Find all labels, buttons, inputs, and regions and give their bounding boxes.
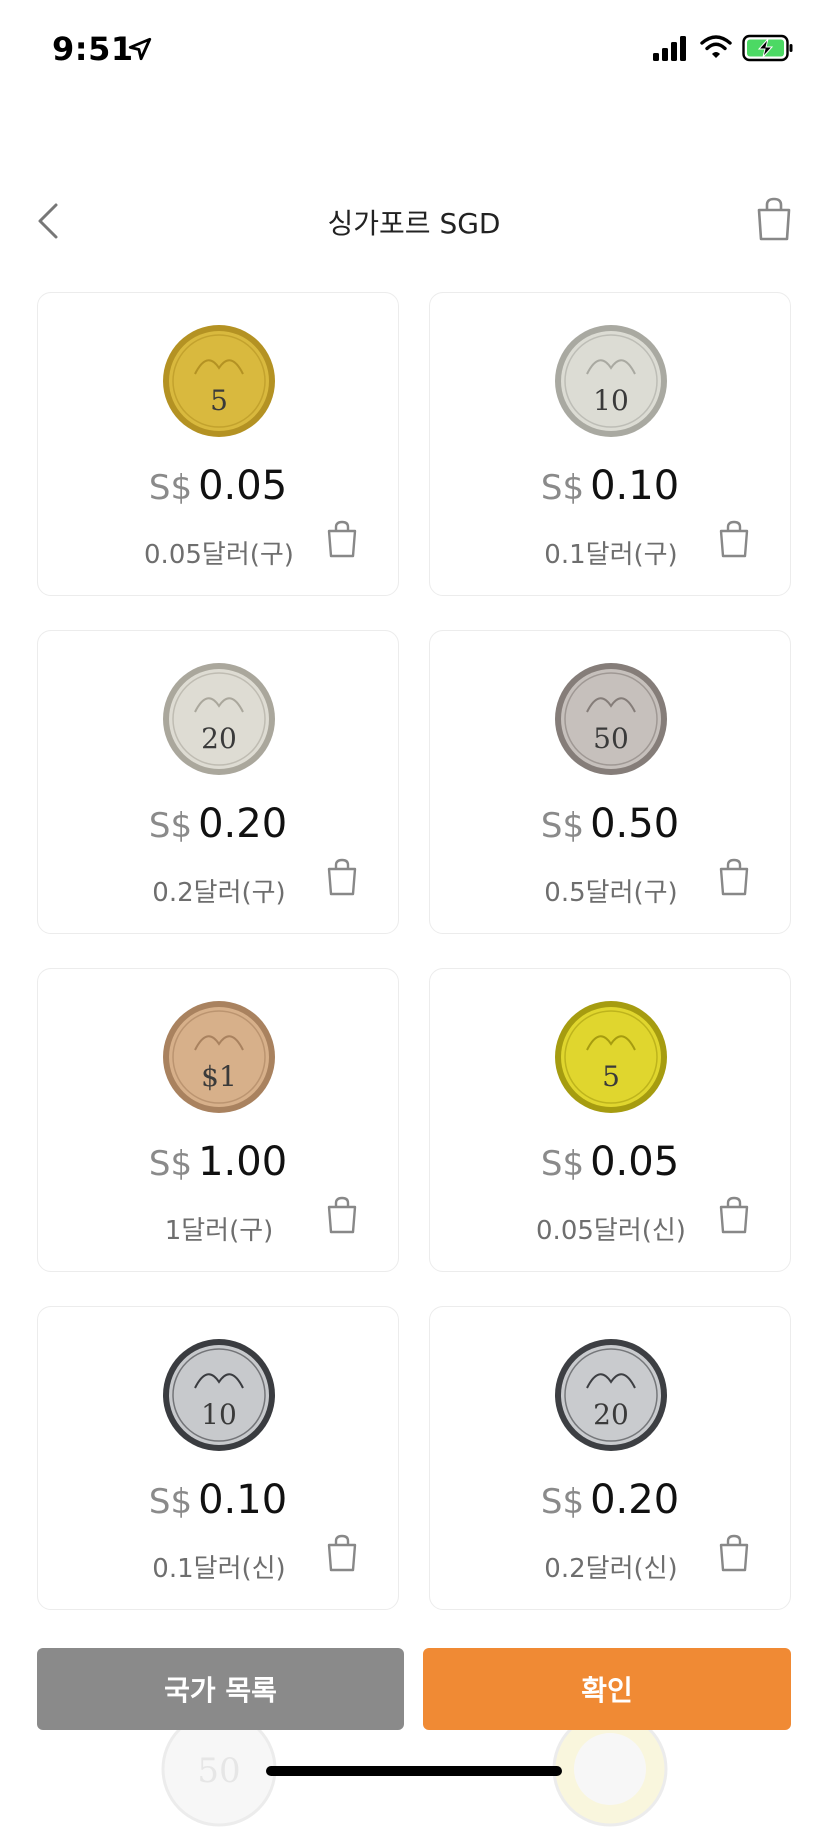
price-currency: S$ bbox=[540, 806, 585, 846]
coin-card[interactable]: $1 S$ 1.00 1달러(구) bbox=[37, 968, 399, 1272]
cart-icon[interactable] bbox=[326, 1533, 358, 1573]
cellular-signal-icon bbox=[653, 36, 686, 61]
cart-icon[interactable] bbox=[756, 196, 792, 242]
coin-price: S$ 0.05 bbox=[38, 463, 398, 509]
price-currency: S$ bbox=[148, 468, 193, 508]
coin-image: 20 bbox=[163, 663, 275, 775]
price-value: 0.50 bbox=[590, 801, 680, 847]
confirm-button[interactable]: 확인 bbox=[423, 1648, 791, 1730]
price-currency: S$ bbox=[148, 806, 193, 846]
svg-text:5: 5 bbox=[602, 1060, 620, 1093]
svg-text:20: 20 bbox=[593, 1398, 629, 1431]
status-bar: 9:51 bbox=[0, 0, 828, 100]
price-currency: S$ bbox=[148, 1482, 193, 1522]
cart-icon[interactable] bbox=[718, 857, 750, 897]
coin-price: S$ 0.20 bbox=[430, 1477, 790, 1523]
wifi-icon bbox=[700, 35, 732, 58]
cart-icon[interactable] bbox=[326, 1195, 358, 1235]
svg-text:10: 10 bbox=[593, 384, 629, 417]
country-list-label: 국가 목록 bbox=[164, 1674, 277, 1707]
battery-charging-icon bbox=[742, 34, 793, 62]
price-value: 0.10 bbox=[590, 463, 680, 509]
confirm-label: 확인 bbox=[581, 1674, 633, 1707]
price-value: 0.20 bbox=[590, 1477, 680, 1523]
price-currency: S$ bbox=[540, 468, 585, 508]
price-currency: S$ bbox=[540, 1144, 585, 1184]
coin-card[interactable]: 20 S$ 0.20 0.2달러(신) bbox=[429, 1306, 791, 1610]
home-indicator bbox=[266, 1766, 562, 1776]
coin-price: S$ 0.10 bbox=[430, 463, 790, 509]
coin-image: 5 bbox=[163, 325, 275, 437]
price-value: 0.05 bbox=[198, 463, 288, 509]
coin-price: S$ 0.05 bbox=[430, 1139, 790, 1185]
price-value: 0.20 bbox=[198, 801, 288, 847]
page-title: 싱가포르 SGD bbox=[327, 207, 501, 240]
status-time: 9:51 bbox=[52, 30, 134, 68]
coin-price: S$ 0.50 bbox=[430, 801, 790, 847]
cart-icon[interactable] bbox=[326, 519, 358, 559]
coin-image: 10 bbox=[163, 1339, 275, 1451]
cart-icon[interactable] bbox=[718, 519, 750, 559]
svg-text:50: 50 bbox=[593, 722, 629, 755]
price-value: 0.10 bbox=[198, 1477, 288, 1523]
country-list-button[interactable]: 국가 목록 bbox=[37, 1648, 404, 1730]
coin-image: 5 bbox=[555, 1001, 667, 1113]
coin-price: S$ 0.20 bbox=[38, 801, 398, 847]
price-value: 1.00 bbox=[198, 1139, 288, 1185]
header: 싱가포르 SGD bbox=[0, 180, 828, 260]
coin-card[interactable]: 5 S$ 0.05 0.05달러(구) bbox=[37, 292, 399, 596]
svg-text:5: 5 bbox=[210, 384, 228, 417]
cart-icon[interactable] bbox=[718, 1533, 750, 1573]
price-currency: S$ bbox=[540, 1482, 585, 1522]
coin-image: $1 bbox=[163, 1001, 275, 1113]
location-arrow-icon bbox=[128, 37, 152, 61]
coin-card[interactable]: 10 S$ 0.10 0.1달러(신) bbox=[37, 1306, 399, 1610]
price-value: 0.05 bbox=[590, 1139, 680, 1185]
price-currency: S$ bbox=[148, 1144, 193, 1184]
coin-image: 20 bbox=[555, 1339, 667, 1451]
coin-card[interactable]: 20 S$ 0.20 0.2달러(구) bbox=[37, 630, 399, 934]
coin-card[interactable]: 5 S$ 0.05 0.05달러(신) bbox=[429, 968, 791, 1272]
coin-image: 10 bbox=[555, 325, 667, 437]
cart-icon[interactable] bbox=[718, 1195, 750, 1235]
coin-price: S$ 0.10 bbox=[38, 1477, 398, 1523]
svg-text:20: 20 bbox=[201, 722, 237, 755]
svg-text:$1: $1 bbox=[201, 1060, 237, 1093]
coin-image: 50 bbox=[555, 663, 667, 775]
coin-price: S$ 1.00 bbox=[38, 1139, 398, 1185]
cart-icon[interactable] bbox=[326, 857, 358, 897]
svg-text:10: 10 bbox=[201, 1398, 237, 1431]
svg-text:50: 50 bbox=[197, 1751, 240, 1791]
coin-card[interactable]: 10 S$ 0.10 0.1달러(구) bbox=[429, 292, 791, 596]
coin-card[interactable]: 50 S$ 0.50 0.5달러(구) bbox=[429, 630, 791, 934]
